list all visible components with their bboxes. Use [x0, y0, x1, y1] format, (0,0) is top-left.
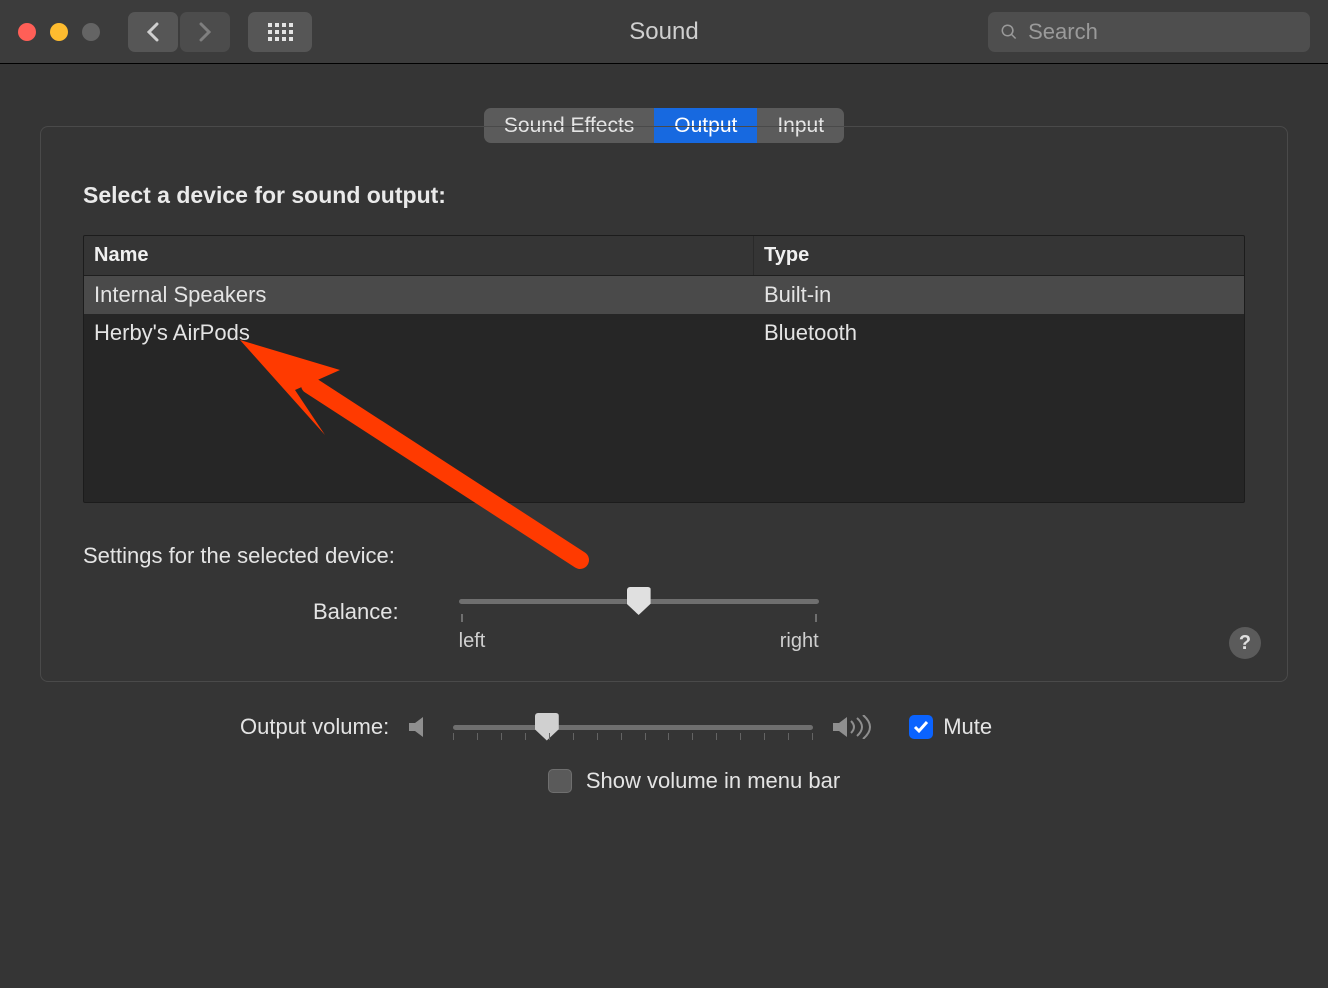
device-type: Bluetooth [754, 314, 1244, 352]
close-button[interactable] [18, 23, 36, 41]
speaker-loud-icon [831, 715, 879, 739]
checkbox-checked-icon [909, 715, 933, 739]
show-in-menu-bar-checkbox[interactable]: Show volume in menu bar [100, 768, 1288, 794]
output-panel: Select a device for sound output: Name T… [40, 126, 1288, 682]
chevron-left-icon [146, 22, 160, 42]
output-volume-row: Output volume: Mute [240, 714, 1288, 740]
settings-heading: Settings for the selected device: [83, 543, 1245, 569]
column-name[interactable]: Name [84, 236, 754, 275]
show-all-button[interactable] [248, 12, 312, 52]
window-title: Sound [629, 18, 698, 46]
balance-left-label: left [459, 630, 486, 653]
device-row-airpods[interactable]: Herby's AirPods Bluetooth [84, 314, 1244, 352]
device-table: Name Type Internal Speakers Built-in Her… [83, 235, 1245, 503]
window-controls [18, 23, 100, 41]
forward-button [180, 12, 230, 52]
device-name: Internal Speakers [84, 276, 754, 314]
chevron-right-icon [198, 22, 212, 42]
titlebar: Sound [0, 0, 1328, 64]
maximize-button [82, 23, 100, 41]
minimize-button[interactable] [50, 23, 68, 41]
balance-slider[interactable]: left right [459, 599, 819, 653]
checkbox-unchecked-icon [548, 769, 572, 793]
table-header: Name Type [84, 236, 1244, 276]
speaker-muted-icon [407, 715, 435, 739]
balance-right-label: right [780, 630, 819, 653]
nav-buttons [128, 12, 230, 52]
device-name: Herby's AirPods [84, 314, 754, 352]
footer-controls: Output volume: Mute Show volume in menu … [0, 682, 1328, 794]
balance-control: Balance: left right [313, 599, 1245, 653]
grid-icon [268, 23, 293, 41]
mute-checkbox[interactable]: Mute [909, 714, 992, 740]
device-row-internal-speakers[interactable]: Internal Speakers Built-in [84, 276, 1244, 314]
search-input[interactable] [1028, 19, 1298, 45]
column-type[interactable]: Type [754, 236, 1244, 275]
balance-label: Balance: [313, 599, 399, 625]
device-type: Built-in [754, 276, 1244, 314]
search-field[interactable] [988, 12, 1310, 52]
help-button[interactable]: ? [1229, 627, 1261, 659]
balance-thumb[interactable] [627, 587, 651, 615]
output-volume-label: Output volume: [240, 714, 389, 740]
volume-slider[interactable] [453, 725, 813, 730]
mute-label: Mute [943, 714, 992, 740]
back-button[interactable] [128, 12, 178, 52]
show-in-menu-bar-label: Show volume in menu bar [586, 768, 840, 794]
select-device-heading: Select a device for sound output: [83, 182, 1245, 209]
search-icon [1000, 22, 1018, 42]
